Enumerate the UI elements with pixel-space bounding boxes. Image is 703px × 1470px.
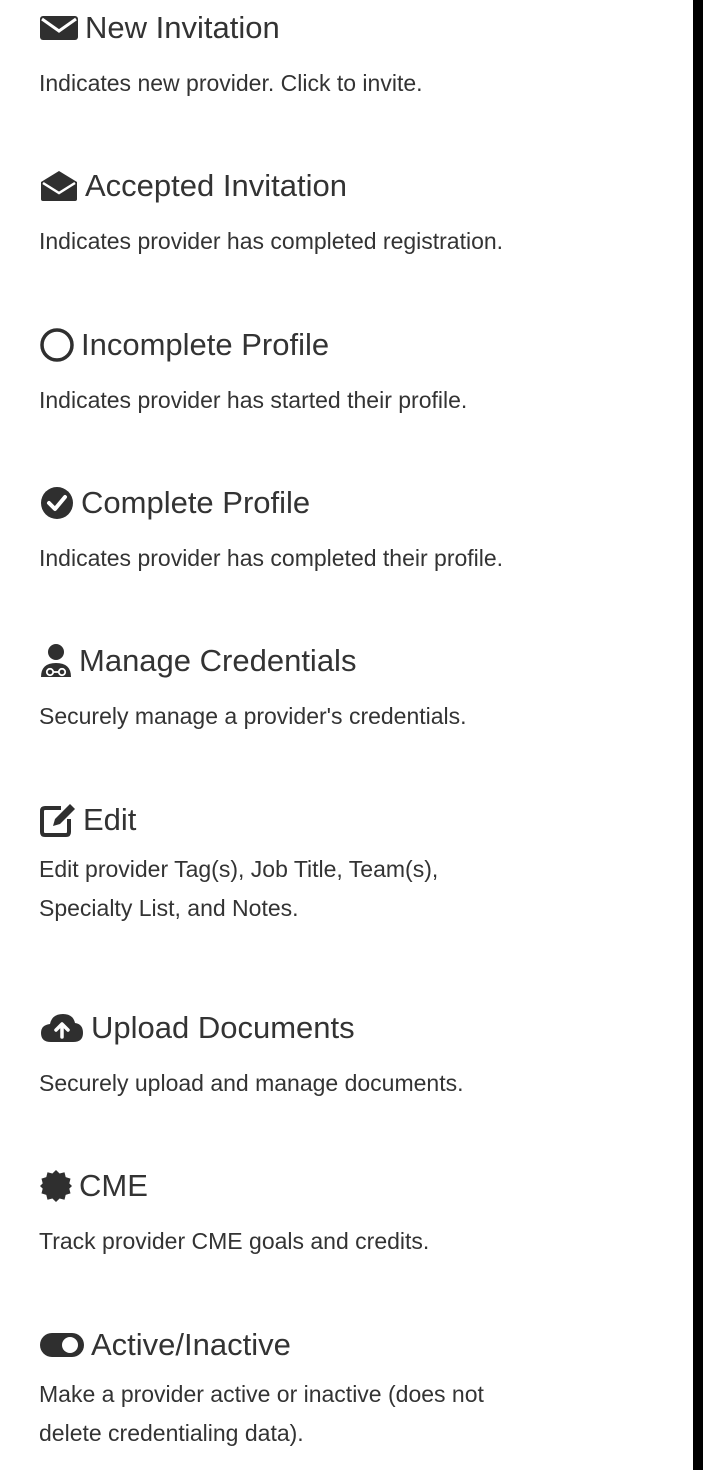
- legend-item-title-row: New Invitation: [39, 6, 679, 50]
- legend-item-description-line: Specialty List, and Notes.: [39, 895, 299, 921]
- legend-item-complete-profile: Complete Profile Indicates provider has …: [39, 481, 679, 578]
- legend-item-description: Indicates provider has started their pro…: [39, 387, 468, 413]
- window-right-border: [693, 0, 703, 1470]
- legend-item-description: Make a provider active or inactive (does…: [39, 1375, 679, 1453]
- legend-item-description-line: delete credentialing data).: [39, 1420, 304, 1446]
- legend-item-description: Indicates new provider. Click to invite.: [39, 70, 423, 96]
- toggle-icon: [39, 1331, 85, 1359]
- legend-item-description: Track provider CME goals and credits.: [39, 1228, 430, 1254]
- legend-item-new-invitation: New Invitation Indicates new provider. C…: [39, 6, 679, 103]
- legend-item-title: Active/Inactive: [91, 1327, 291, 1362]
- legend-item-description-line: Edit provider Tag(s), Job Title, Team(s)…: [39, 856, 439, 882]
- legend-item-cme: CME Track provider CME goals and credits…: [39, 1164, 679, 1261]
- legend-item-manage-credentials: Manage Credentials Securely manage a pro…: [39, 639, 679, 736]
- circle-outline-icon: [39, 327, 75, 363]
- legend-item-title: Accepted Invitation: [85, 168, 347, 203]
- legend-item-title-row: Active/Inactive: [39, 1323, 679, 1367]
- legend-item-active-inactive: Active/Inactive Make a provider active o…: [39, 1323, 679, 1453]
- legend-item-title: Incomplete Profile: [81, 327, 330, 362]
- legend-item-title: CME: [79, 1168, 148, 1203]
- legend-item-title-row: Accepted Invitation: [39, 164, 679, 208]
- legend-item-upload-documents: Upload Documents Securely upload and man…: [39, 1006, 679, 1103]
- legend-item-accepted-invitation: Accepted Invitation Indicates provider h…: [39, 164, 679, 261]
- legend-item-title-row: Manage Credentials: [39, 639, 679, 683]
- legend-item-description: Indicates provider has completed their p…: [39, 545, 504, 571]
- legend-item-title-row: Complete Profile: [39, 481, 679, 525]
- legend-item-title-row: Edit: [39, 798, 679, 842]
- legend-item-title: Edit: [83, 802, 137, 837]
- legend-item-title: Manage Credentials: [79, 643, 357, 678]
- legend-item-description-line: Make a provider active or inactive (does…: [39, 1381, 484, 1407]
- legend-item-title: Complete Profile: [81, 485, 311, 520]
- legend-item-description: Securely manage a provider's credentials…: [39, 703, 467, 729]
- legend-item-description: Securely upload and manage documents.: [39, 1070, 464, 1096]
- envelope-icon: [39, 13, 79, 43]
- cloud-upload-icon: [39, 1012, 85, 1044]
- legend-item-title: New Invitation: [85, 10, 280, 45]
- legend-item-title-row: Incomplete Profile: [39, 323, 679, 367]
- legend-item-description: Indicates provider has completed registr…: [39, 228, 504, 254]
- check-circle-icon: [39, 485, 75, 521]
- legend-item-title: Upload Documents: [91, 1010, 355, 1045]
- legend-item-incomplete-profile: Incomplete Profile Indicates provider ha…: [39, 323, 679, 420]
- user-credentials-icon: [39, 643, 73, 679]
- edit-icon: [39, 802, 77, 838]
- legend-item-description: Edit provider Tag(s), Job Title, Team(s)…: [39, 850, 679, 928]
- envelope-open-icon: [39, 170, 79, 202]
- certificate-icon: [39, 1169, 73, 1203]
- legend-item-title-row: Upload Documents: [39, 1006, 679, 1050]
- legend-item-title-row: CME: [39, 1164, 679, 1208]
- legend-item-edit: Edit Edit provider Tag(s), Job Title, Te…: [39, 798, 679, 928]
